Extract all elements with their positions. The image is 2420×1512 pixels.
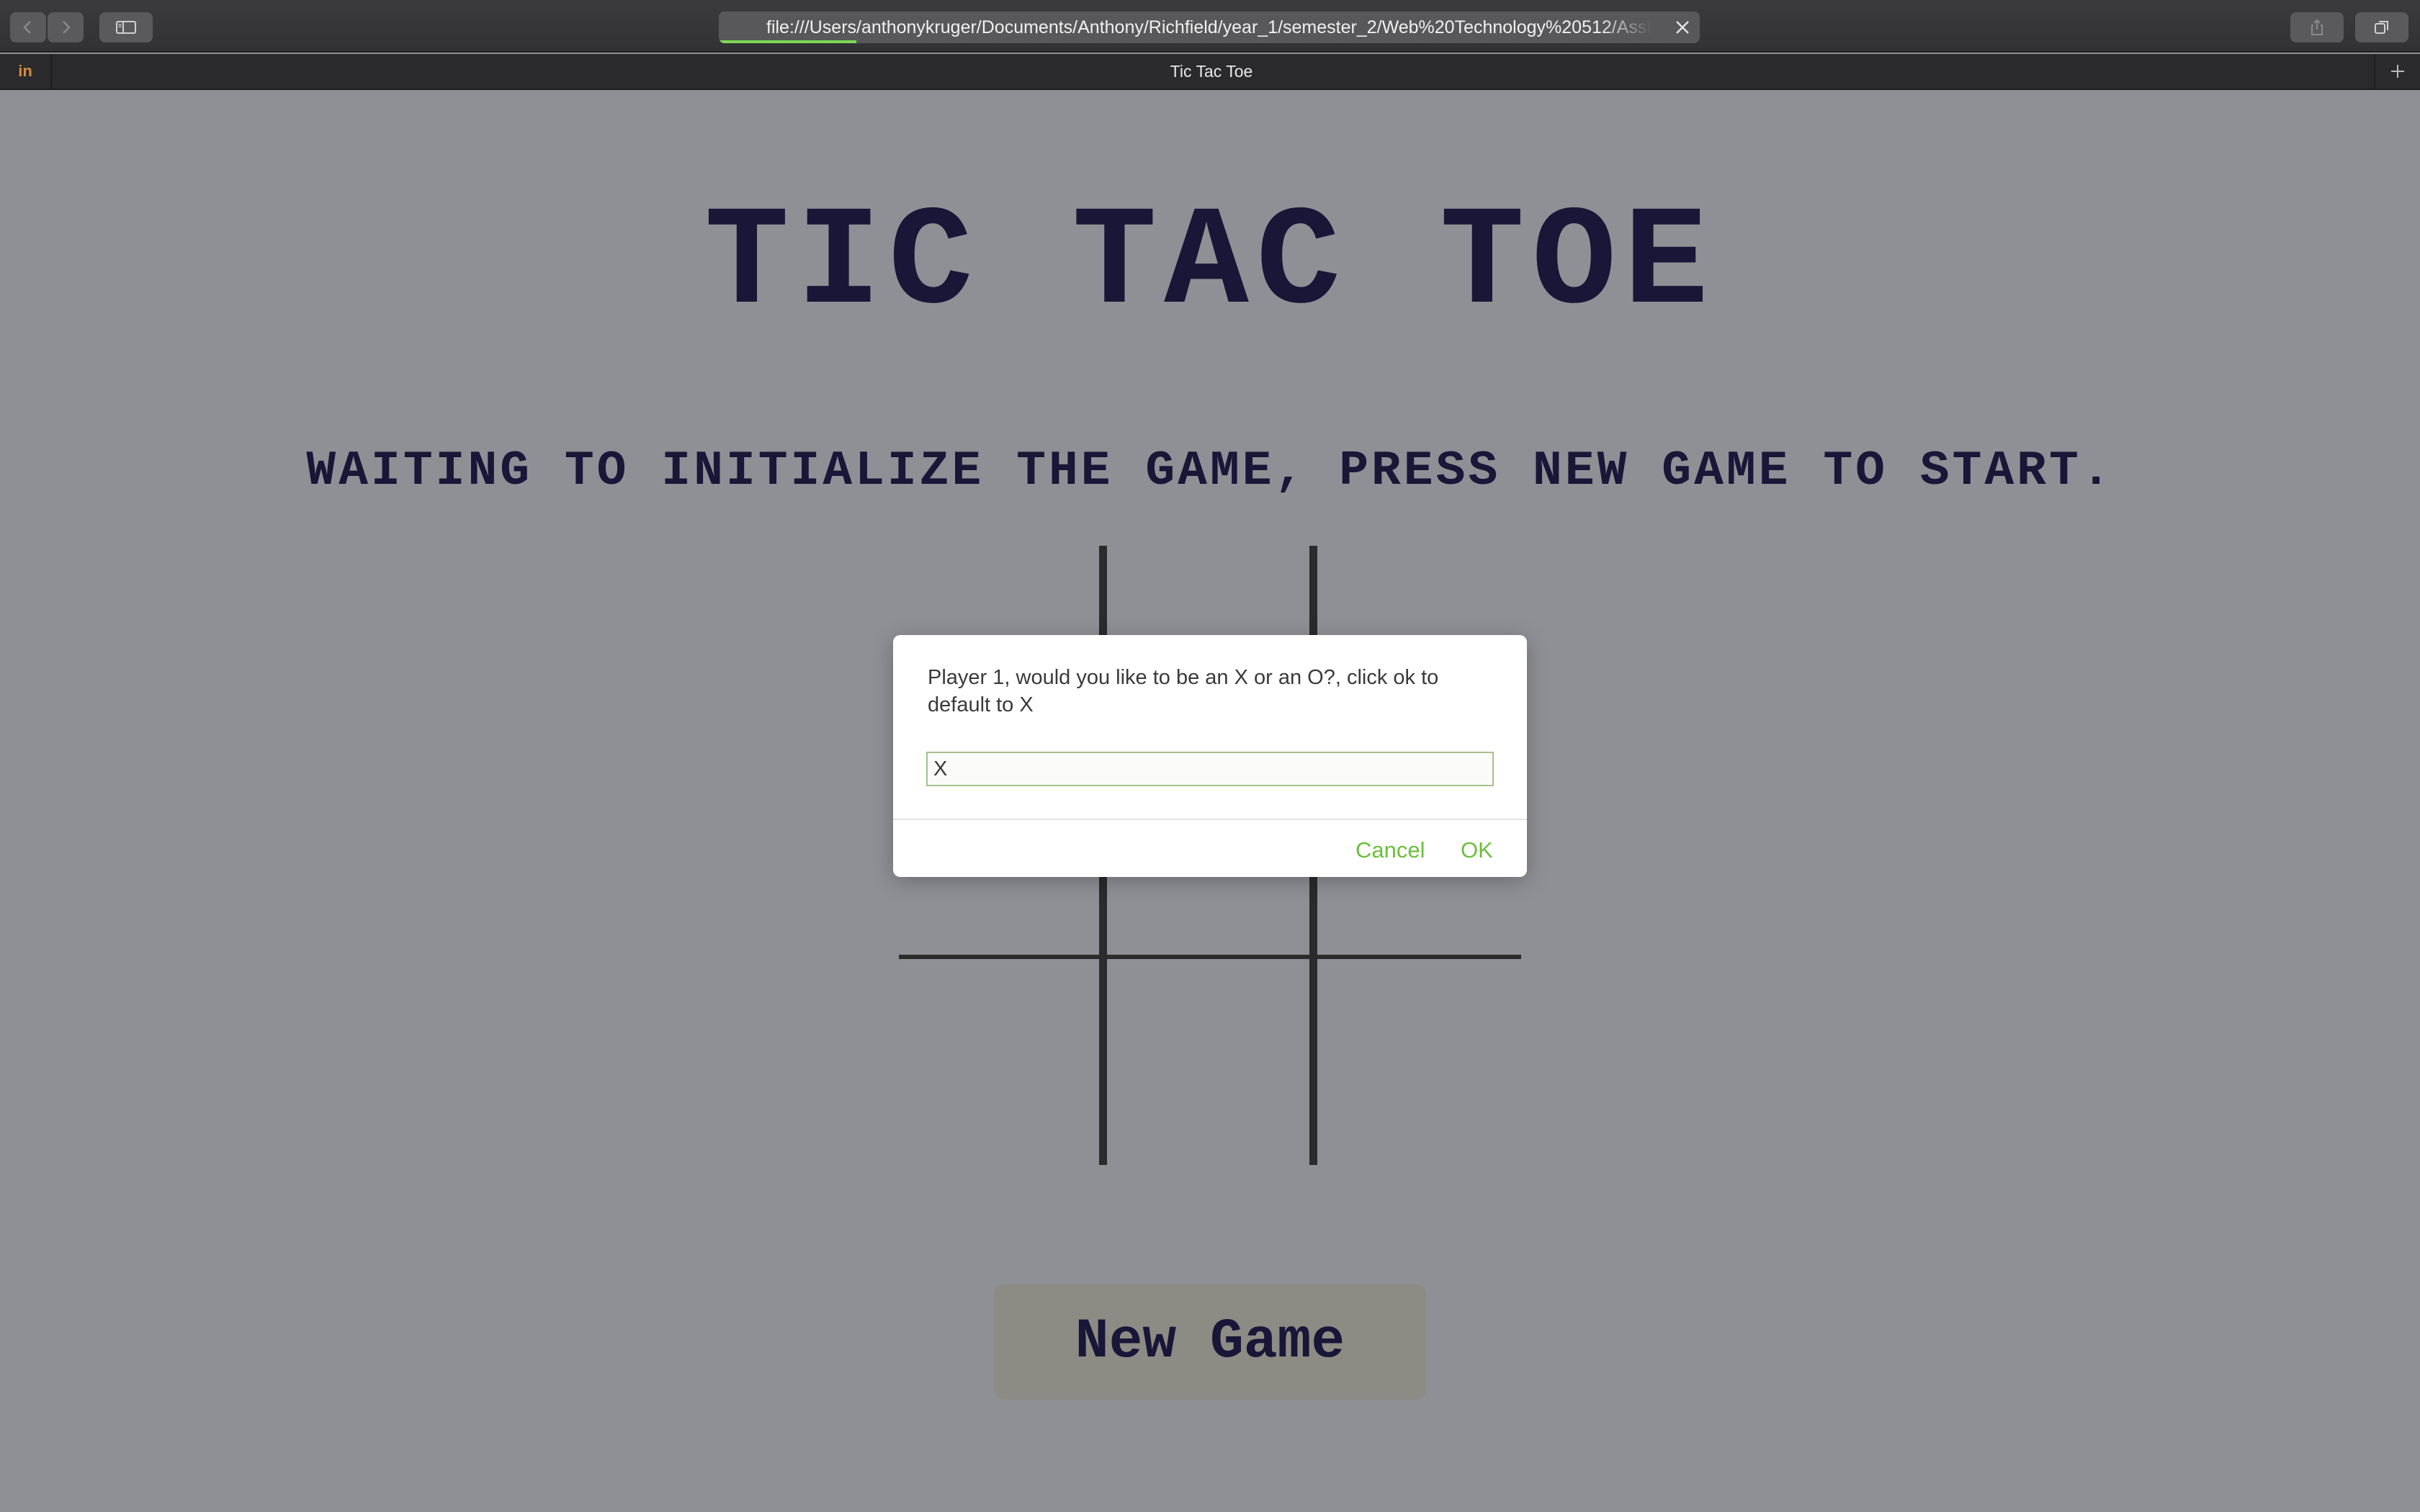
dialog-message: Player 1, would you like to be an X or a… bbox=[928, 666, 1439, 716]
board-cell-8[interactable] bbox=[1107, 959, 1313, 1165]
browser-toolbar: file:///Users/anthonykruger/Documents/An… bbox=[0, 0, 2420, 53]
chevron-right-icon bbox=[63, 21, 71, 34]
page-title: TIC TAC TOE bbox=[704, 184, 1716, 344]
share-button[interactable] bbox=[2290, 12, 2344, 42]
tab-bar: in Tic Tac Toe bbox=[0, 54, 2420, 90]
stop-loading-button[interactable] bbox=[1671, 16, 1694, 39]
sidebar-icon bbox=[116, 21, 136, 34]
favicon-text: in bbox=[18, 62, 32, 80]
chevron-left-icon bbox=[23, 21, 31, 34]
ok-button[interactable]: OK bbox=[1461, 834, 1493, 867]
close-icon bbox=[1676, 21, 1689, 34]
tab-overview-button[interactable] bbox=[2355, 12, 2408, 42]
dialog-divider bbox=[893, 819, 1527, 820]
forward-button[interactable] bbox=[48, 12, 84, 42]
pinned-site-icon[interactable]: in bbox=[0, 54, 52, 89]
game-status-message: WAITING TO INITIALIZE THE GAME, PRESS NE… bbox=[306, 444, 2114, 499]
url-text[interactable]: file:///Users/anthonykruger/Documents/An… bbox=[766, 12, 1652, 43]
player-choice-dialog: Player 1, would you like to be an X or a… bbox=[893, 635, 1527, 877]
share-icon bbox=[2311, 19, 2323, 35]
board-cell-9[interactable] bbox=[1317, 959, 1523, 1165]
tab-tic-tac-toe[interactable]: Tic Tac Toe bbox=[52, 54, 2371, 89]
new-tab-button[interactable] bbox=[2374, 54, 2420, 89]
back-button[interactable] bbox=[10, 12, 46, 42]
player-symbol-input[interactable] bbox=[926, 752, 1494, 786]
tabs-overview-icon bbox=[2375, 21, 2388, 34]
new-game-button[interactable]: New Game bbox=[994, 1284, 1426, 1400]
cancel-button[interactable]: Cancel bbox=[1355, 834, 1425, 867]
page-load-progress bbox=[719, 40, 856, 43]
plus-icon bbox=[2391, 65, 2404, 78]
sidebar-button[interactable] bbox=[99, 12, 153, 42]
address-bar[interactable]: file:///Users/anthonykruger/Documents/An… bbox=[719, 12, 1700, 43]
board-cell-7[interactable] bbox=[899, 959, 1105, 1165]
